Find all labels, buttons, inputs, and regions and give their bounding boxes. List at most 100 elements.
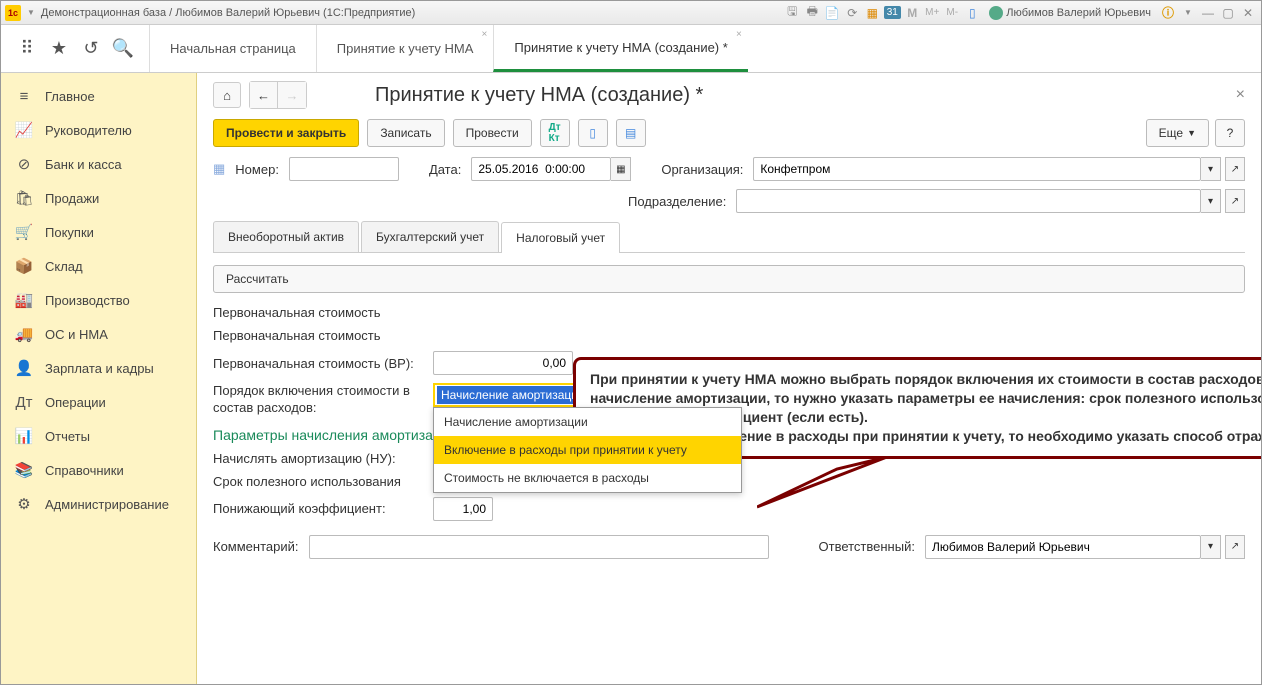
amortnu-label: Начислять амортизацию (НУ): [213, 451, 423, 466]
more-button[interactable]: Еще ▼ [1146, 119, 1209, 147]
comment-label: Комментарий: [213, 539, 299, 554]
back-button[interactable]: ← [250, 82, 278, 108]
dropdown-list: Начисление амортизации Включение в расхо… [433, 407, 742, 493]
sidebar-item-production[interactable]: 🏭Производство [1, 283, 196, 317]
sidebar-item-manager[interactable]: 📈Руководителю [1, 113, 196, 147]
date-label: Дата: [429, 162, 461, 177]
responsible-input[interactable] [925, 535, 1201, 559]
bag-icon: 🛍 [15, 189, 33, 207]
sidebar-item-main[interactable]: ≡Главное [1, 79, 196, 113]
tb-mplus-icon[interactable]: M+ [923, 4, 941, 22]
apps-icon[interactable]: ⠿ [15, 37, 39, 61]
people-icon: 👤 [15, 359, 33, 377]
top-nav: ⠿ ★ ↺ 🔍 Начальная страница Принятие к уч… [1, 25, 1261, 73]
dd-option-2[interactable]: Стоимость не включается в расходы [434, 464, 741, 492]
tb-panel-icon[interactable]: ▯ [963, 4, 981, 22]
chart-icon: 📈 [15, 121, 33, 139]
factory-icon: 🏭 [15, 291, 33, 309]
doc-status-icon: ▦ [213, 161, 225, 177]
tb-save-icon[interactable]: 🖫 [783, 4, 801, 22]
sidebar-item-bank[interactable]: ⊘Банк и касса [1, 147, 196, 181]
dd-icon[interactable]: ▾ [1201, 535, 1221, 559]
date-input[interactable] [471, 157, 611, 181]
window-title: Демонстрационная база / Любимов Валерий … [41, 7, 415, 19]
history-icon[interactable]: ↺ [79, 37, 103, 61]
report-icon: 📊 [15, 427, 33, 445]
tb-doc-icon[interactable]: 📄 [823, 4, 841, 22]
doc1-button[interactable]: ▯ [578, 119, 608, 147]
coef-input[interactable] [433, 497, 493, 521]
org-input[interactable] [753, 157, 1201, 181]
post-and-close-button[interactable]: Провести и закрыть [213, 119, 359, 147]
open-icon[interactable]: ↗ [1225, 535, 1245, 559]
post-button[interactable]: Провести [453, 119, 532, 147]
dd-selected-value: Начисление амортизации [437, 386, 589, 404]
sidebar-item-sales[interactable]: 🛍Продажи [1, 181, 196, 215]
sidebar-item-hr[interactable]: 👤Зарплата и кадры [1, 351, 196, 385]
dept-input[interactable] [736, 189, 1201, 213]
sidebar-item-purchases[interactable]: 🛒Покупки [1, 215, 196, 249]
forward-button[interactable]: → [278, 82, 306, 108]
dtkt-button[interactable]: ДтКт [540, 119, 570, 147]
sidebar-item-os-nma[interactable]: 🚚ОС и НМА [1, 317, 196, 351]
tb-mminus-icon[interactable]: M- [943, 4, 961, 22]
open-icon[interactable]: ↗ [1225, 189, 1245, 213]
dept-label: Подразделение: [628, 194, 726, 209]
ops-icon: Дт [15, 393, 33, 411]
tb-m-icon[interactable]: M [903, 4, 921, 22]
sidebar-item-catalogs[interactable]: 📚Справочники [1, 453, 196, 487]
dd-icon[interactable]: ▾ [1201, 157, 1221, 181]
inner-tab-tax[interactable]: Налоговый учет [501, 222, 620, 253]
calendar-icon[interactable]: ▦ [611, 157, 631, 181]
tb-calendar-icon[interactable]: 31 [883, 4, 901, 22]
tb-dd-icon[interactable]: ▼ [1179, 4, 1197, 22]
minimize-icon[interactable]: — [1199, 4, 1217, 22]
tab-home[interactable]: Начальная страница [149, 25, 316, 72]
doc2-button[interactable]: ▤ [616, 119, 646, 147]
close-icon[interactable]: ✕ [1239, 4, 1257, 22]
coin-icon: ⊘ [15, 155, 33, 173]
avatar-icon [989, 6, 1003, 20]
org-label: Организация: [661, 162, 743, 177]
save-button[interactable]: Записать [367, 119, 444, 147]
tab-nma-create[interactable]: Принятие к учету НМА (создание) *× [493, 25, 747, 72]
truck-icon: 🚚 [15, 325, 33, 343]
dd-option-1[interactable]: Включение в расходы при принятии к учету [434, 436, 741, 464]
gear-icon: ⚙ [15, 495, 33, 513]
number-input[interactable] [289, 157, 399, 181]
dd-icon[interactable]: ▾ [1201, 189, 1221, 213]
sidebar-item-admin[interactable]: ⚙Администрирование [1, 487, 196, 521]
inner-tab-asset[interactable]: Внеоборотный актив [213, 221, 359, 252]
inner-tab-accounting[interactable]: Бухгалтерский учет [361, 221, 499, 252]
sidebar-item-operations[interactable]: ДтОперации [1, 385, 196, 419]
sidebar-item-warehouse[interactable]: 📦Склад [1, 249, 196, 283]
initcost-br-label: Первоначальная стоимость (ВР): [213, 356, 423, 371]
tb-refresh-icon[interactable]: ⟳ [843, 4, 861, 22]
tb-calc-icon[interactable]: ▦ [863, 4, 881, 22]
tab-nma-list[interactable]: Принятие к учету НМА× [316, 25, 494, 72]
tb-print-icon[interactable]: 🖶 [803, 4, 821, 22]
open-icon[interactable]: ↗ [1225, 157, 1245, 181]
dd-option-0[interactable]: Начисление амортизации [434, 408, 741, 436]
sidebar-item-reports[interactable]: 📊Отчеты [1, 419, 196, 453]
titlebar: 1c ▼ Демонстрационная база / Любимов Вал… [1, 1, 1261, 25]
number-label: Номер: [235, 162, 279, 177]
comment-input[interactable] [309, 535, 769, 559]
content-area: ⌂ ← → Принятие к учету НМА (создание) * … [197, 73, 1261, 684]
page-close-icon[interactable]: × [1236, 86, 1245, 104]
maximize-icon[interactable]: ▢ [1219, 4, 1237, 22]
box-icon: 📦 [15, 257, 33, 275]
search-icon[interactable]: 🔍 [111, 37, 135, 61]
home-button[interactable]: ⌂ [213, 82, 241, 108]
star-icon[interactable]: ★ [47, 37, 71, 61]
page-title: Принятие к учету НМА (создание) * [375, 84, 703, 107]
current-user[interactable]: Любимов Валерий Юрьевич [983, 6, 1157, 20]
initcost-br-input[interactable] [433, 351, 573, 375]
tab-close-icon[interactable]: × [482, 29, 488, 40]
recalc-button[interactable]: Рассчитать [213, 265, 1245, 293]
coef-label: Понижающий коэффициент: [213, 501, 423, 516]
help-button[interactable]: ? [1215, 119, 1245, 147]
titlebar-dd-icon[interactable]: ▼ [27, 8, 35, 17]
tb-info-icon[interactable]: ⓘ [1159, 4, 1177, 22]
tab-close-icon[interactable]: × [736, 29, 742, 40]
